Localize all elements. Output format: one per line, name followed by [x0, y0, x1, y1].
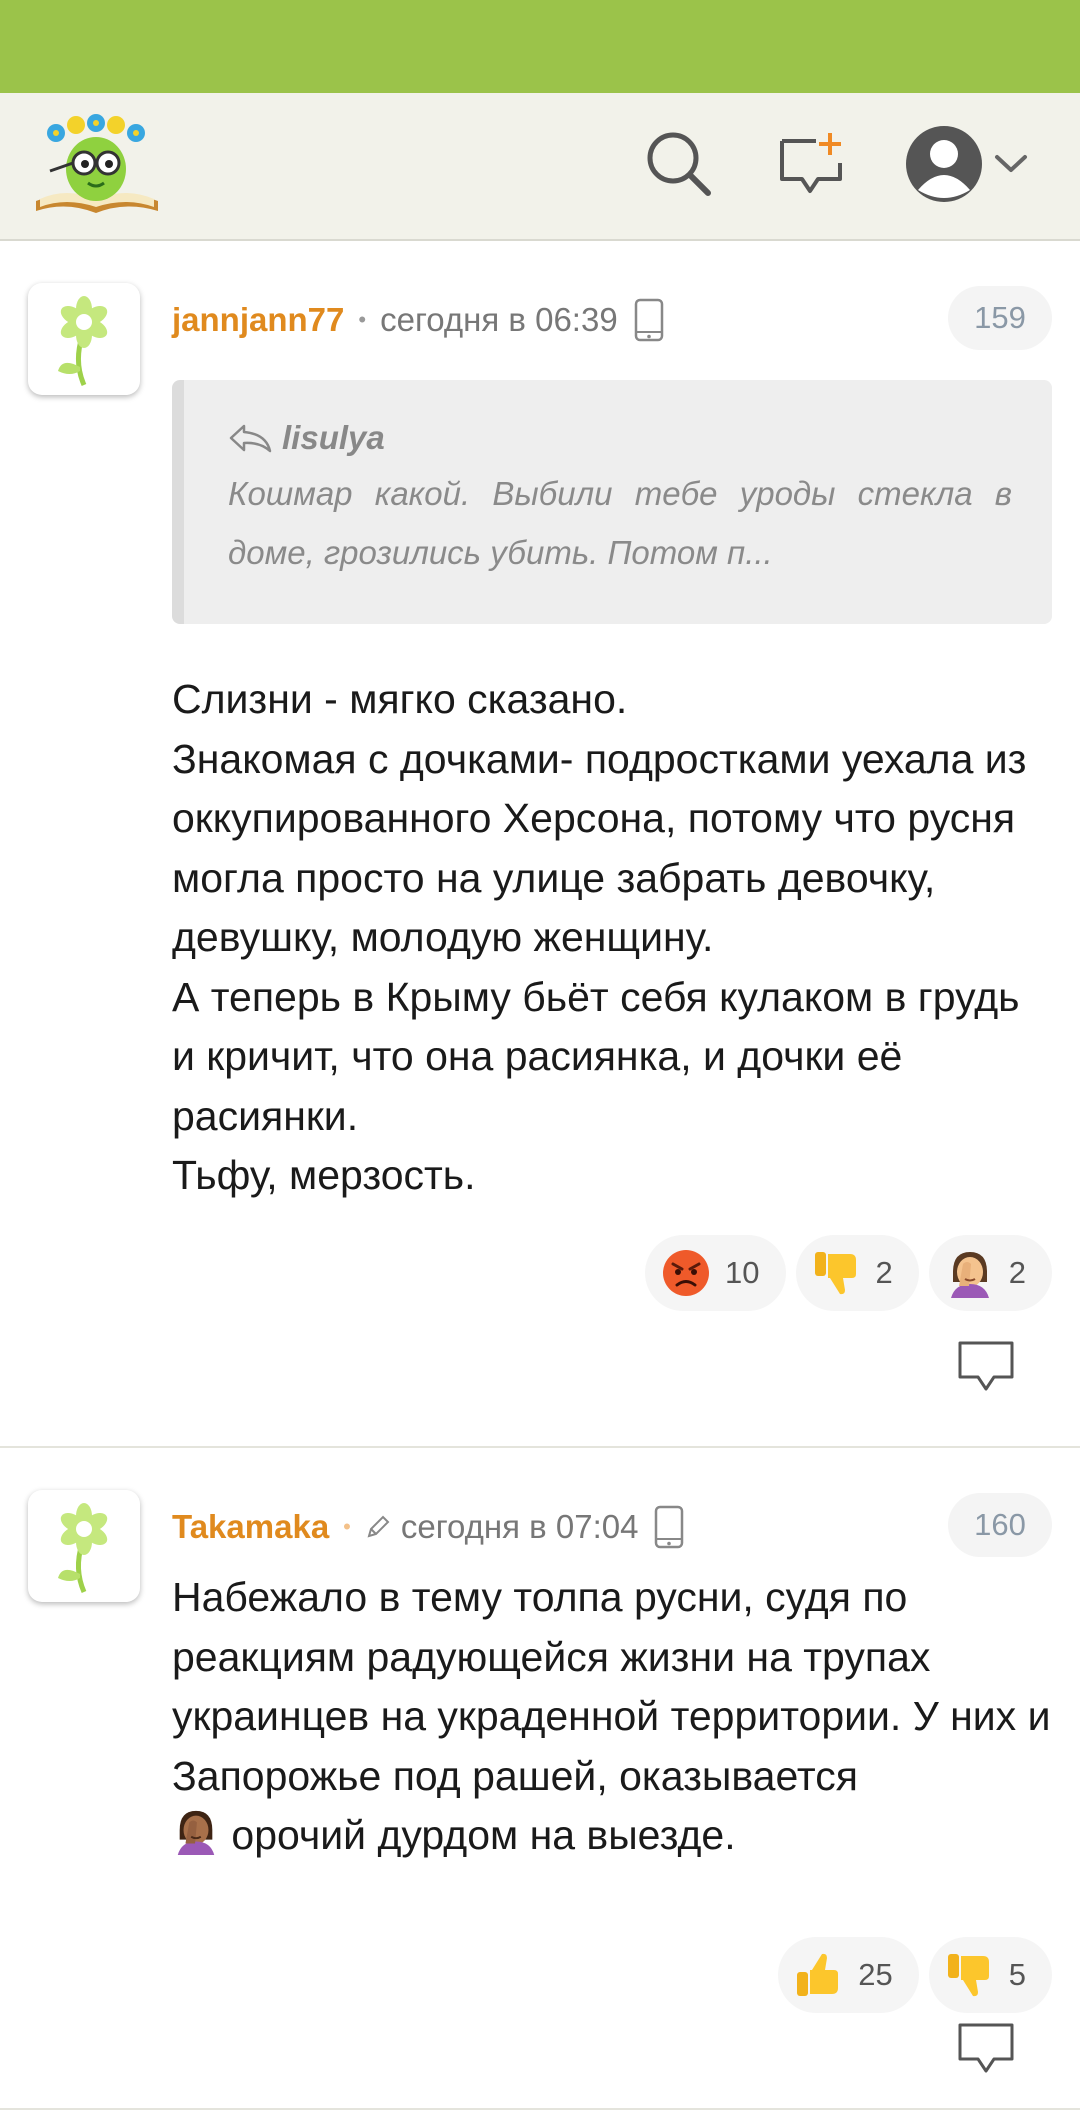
- reaction-thumbs-down[interactable]: 2: [795, 1235, 919, 1311]
- reaction-thumbs-down[interactable]: 5: [928, 1937, 1052, 2013]
- thumbs-down-icon: [812, 1248, 862, 1298]
- reaction-count: 5: [1008, 1957, 1026, 1992]
- comment-text-tail: орочий дурдом на выезде.: [220, 1812, 736, 1858]
- reaction-facepalm[interactable]: 2: [928, 1235, 1052, 1311]
- comment-160: Takamaka • сегодня в 07:04 160 Набежало …: [0, 1450, 1080, 2110]
- facepalm-icon: [945, 1248, 995, 1298]
- comment-number-badge[interactable]: 159: [948, 286, 1052, 350]
- status-bar: [0, 0, 1080, 93]
- reply-icon: [956, 2023, 1016, 2081]
- comment-time[interactable]: сегодня в 06:39: [380, 301, 618, 339]
- mobile-device-icon: [654, 1505, 684, 1549]
- new-message-button[interactable]: [766, 121, 856, 211]
- quote-text: Кошмар какой. Выбили тебе уроды стекла в…: [228, 475, 1012, 571]
- user-avatar-icon: [904, 124, 984, 209]
- comment-number-badge[interactable]: 160: [948, 1493, 1052, 1557]
- comment-text: Слизни - мягко сказано. Знакомая с дочка…: [172, 676, 1027, 1198]
- avatar[interactable]: [28, 283, 140, 395]
- thumbs-up-icon: [794, 1950, 844, 2000]
- site-logo[interactable]: [32, 111, 162, 221]
- comment-text-main: Набежало в тему толпа русни, судя по реа…: [172, 1574, 1051, 1799]
- edited-pencil-icon: [365, 1514, 391, 1540]
- avatar[interactable]: [28, 1490, 140, 1602]
- mobile-device-icon: [634, 298, 664, 342]
- reply-button[interactable]: [956, 1339, 1016, 1395]
- comment-text: Набежало в тему толпа русни, судя по реа…: [172, 1568, 1052, 1872]
- facepalm-icon: [172, 1807, 220, 1872]
- user-menu-button[interactable]: [896, 121, 1036, 211]
- quoted-comment[interactable]: lisulya Кошмар какой. Выбили тебе уроды …: [172, 380, 1052, 624]
- reaction-thumbs-up[interactable]: 25: [778, 1937, 919, 2013]
- search-button[interactable]: [634, 121, 724, 211]
- author-link[interactable]: Takamaka: [172, 1508, 329, 1546]
- reactions-bar: 10 2 2: [645, 1235, 1052, 1311]
- reply-icon: [956, 1341, 1016, 1399]
- reactions-bar: 25 5: [778, 1937, 1052, 2013]
- chevron-down-icon: [994, 154, 1028, 179]
- thumbs-down-icon: [945, 1950, 995, 2000]
- app-header: [0, 93, 1080, 241]
- quote-author: lisulya: [228, 416, 1012, 460]
- reaction-angry[interactable]: 10: [645, 1235, 786, 1311]
- search-icon: [644, 129, 714, 204]
- comment-time[interactable]: сегодня в 07:04: [401, 1508, 639, 1546]
- reaction-count: 10: [725, 1255, 760, 1290]
- angry-face-icon: [661, 1248, 711, 1298]
- meta-separator: •: [343, 1514, 351, 1539]
- meta-separator: •: [358, 307, 367, 332]
- reaction-count: 2: [1008, 1255, 1026, 1290]
- reply-button[interactable]: [956, 2021, 1016, 2077]
- comment-meta: jannjann77 • сегодня в 06:39: [172, 298, 664, 342]
- new-message-icon: [776, 129, 846, 204]
- author-link[interactable]: jannjann77: [172, 301, 344, 339]
- comment-divider: [0, 1446, 1080, 1448]
- flower-avatar-icon: [44, 287, 124, 392]
- flower-avatar-icon: [44, 1494, 124, 1599]
- reaction-count: 25: [858, 1957, 893, 1992]
- reaction-count: 2: [875, 1255, 893, 1290]
- comment-meta: Takamaka • сегодня в 07:04: [172, 1505, 684, 1549]
- quote-author-name[interactable]: lisulya: [282, 419, 385, 457]
- reply-arrow-icon: [228, 423, 282, 453]
- comment-divider: [0, 2108, 1080, 2110]
- comment-159: jannjann77 • сегодня в 06:39 159 lisulya…: [0, 243, 1080, 1448]
